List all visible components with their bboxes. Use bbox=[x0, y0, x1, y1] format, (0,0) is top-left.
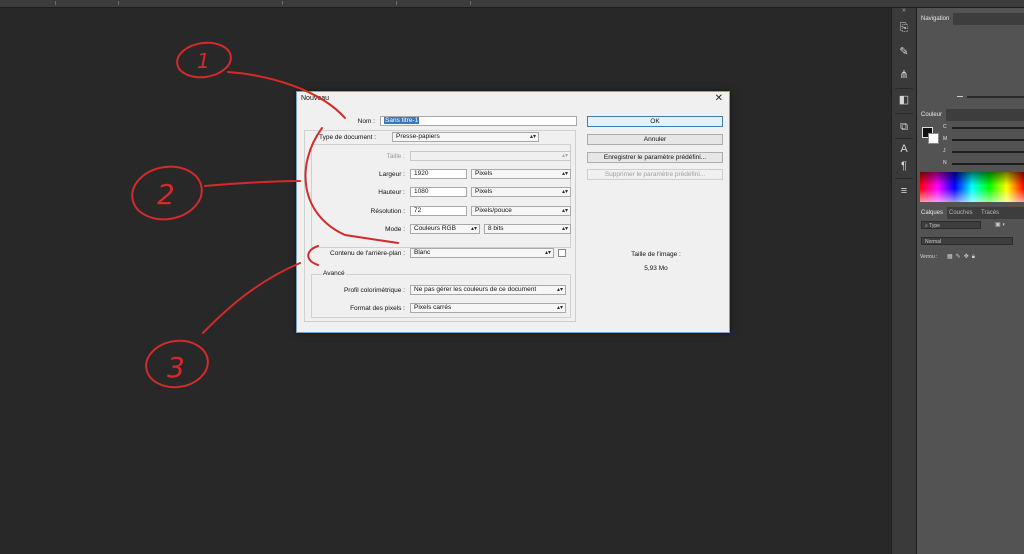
taille-label: Taille : bbox=[386, 153, 405, 160]
profil-label: Profil colorimétrique : bbox=[343, 287, 405, 294]
cmyk-n-slider[interactable] bbox=[952, 163, 1024, 165]
tab-traces[interactable]: Tracés bbox=[977, 207, 1003, 219]
properties-icon[interactable]: ≡ bbox=[896, 184, 912, 198]
largeur-unit-select[interactable]: Pixels ▴▾ bbox=[471, 169, 571, 179]
layer-filter-select[interactable]: ⌕ Type bbox=[921, 221, 981, 229]
resolution-input[interactable]: 72 bbox=[410, 206, 467, 216]
zoom-out-icon[interactable] bbox=[957, 96, 963, 97]
color-spectrum[interactable] bbox=[920, 172, 1024, 202]
background-color-swatch[interactable] bbox=[928, 133, 939, 144]
zoom-slider[interactable] bbox=[967, 96, 1024, 98]
nom-input[interactable]: Sans titre-1 bbox=[380, 116, 577, 126]
save-preset-button[interactable]: Enregistrer le paramètre prédéfini... bbox=[587, 152, 723, 163]
cmyk-n-label: N bbox=[943, 160, 947, 166]
lock-label: Verrou : bbox=[920, 254, 938, 260]
nom-label: Nom : bbox=[357, 118, 375, 125]
hauteur-input[interactable]: 1080 bbox=[410, 187, 467, 197]
lock-icons[interactable]: ▦✎✥🔒︎ bbox=[947, 253, 978, 261]
type-label: Type de document : bbox=[319, 134, 377, 141]
history-icon[interactable]: ⎘ bbox=[896, 21, 912, 35]
mode-label: Mode : bbox=[385, 226, 405, 233]
character-icon[interactable]: A bbox=[896, 142, 912, 156]
panel-icon-strip: » ⎘ ✎ ⋔ ◧ ⧉ A ¶ ≡ bbox=[891, 7, 916, 554]
fond-color-swatch[interactable] bbox=[558, 249, 566, 257]
collapse-icon[interactable]: » bbox=[892, 7, 916, 14]
blend-mode-select[interactable]: Normal bbox=[921, 237, 1013, 245]
cmyk-m-slider[interactable] bbox=[952, 139, 1024, 141]
fond-select[interactable]: Blanc ▴▾ bbox=[410, 248, 554, 258]
image-size-label: Taille de l'image : bbox=[631, 251, 681, 258]
brushes-icon[interactable]: ⋔ bbox=[896, 68, 912, 82]
largeur-label: Largeur : bbox=[378, 171, 405, 178]
cmyk-m-label: M bbox=[943, 136, 948, 142]
new-document-dialog: Nouveau ✕ Nom : Sans titre-1 Type de doc… bbox=[296, 91, 730, 333]
format-select[interactable]: Pixels carrés ▴▾ bbox=[410, 303, 566, 313]
tab-couleur[interactable]: Couleur bbox=[917, 109, 947, 121]
largeur-input[interactable]: 1920 bbox=[410, 169, 467, 179]
avance-label: Avancé bbox=[322, 270, 346, 277]
close-icon[interactable]: ✕ bbox=[715, 93, 723, 105]
hauteur-unit-select[interactable]: Pixels ▴▾ bbox=[471, 187, 571, 197]
annuler-button[interactable]: Annuler bbox=[587, 134, 723, 145]
tab-navigation[interactable]: Navigation bbox=[917, 13, 954, 25]
taille-select[interactable]: ▴▾ bbox=[410, 151, 571, 161]
cmyk-c-label: C bbox=[943, 124, 947, 130]
right-panels: Navigation Couleur Calques Couches Tracé… bbox=[916, 8, 1024, 554]
options-bar bbox=[0, 0, 1024, 8]
filter-icons[interactable]: ▣ ◐ bbox=[995, 221, 1006, 228]
dialog-title: Nouveau bbox=[301, 95, 330, 102]
image-size-value: 5,93 Mo bbox=[644, 265, 668, 272]
format-label: Format des pixels : bbox=[350, 305, 405, 312]
bits-select[interactable]: 8 bits ▴▾ bbox=[484, 224, 571, 234]
profil-select[interactable]: Ne pas gérer les couleurs de ce document… bbox=[410, 285, 566, 295]
delete-preset-button[interactable]: Supprimer le paramètre prédéfini... bbox=[587, 169, 723, 180]
resolution-label: Résolution : bbox=[370, 208, 405, 215]
clone-source-icon[interactable]: ⧉ bbox=[896, 120, 912, 134]
brush-presets-icon[interactable]: ✎ bbox=[896, 45, 912, 59]
resolution-unit-select[interactable]: Pixels/pouce ▴▾ bbox=[471, 206, 571, 216]
fond-label: Contenu de l'arrière-plan : bbox=[330, 250, 405, 257]
paragraph-icon[interactable]: ¶ bbox=[896, 159, 912, 173]
adjustments-icon[interactable]: ◧ bbox=[896, 93, 912, 107]
tab-calques[interactable]: Calques bbox=[917, 207, 948, 219]
cmyk-c-slider[interactable] bbox=[952, 127, 1024, 129]
cmyk-j-label: J bbox=[943, 148, 946, 154]
ok-button[interactable]: OK bbox=[587, 116, 723, 127]
cmyk-j-slider[interactable] bbox=[952, 151, 1024, 153]
mode-select[interactable]: Couleurs RGB ▴▾ bbox=[410, 224, 480, 234]
tab-couches[interactable]: Couches bbox=[945, 207, 977, 219]
type-select[interactable]: Presse-papiers ▴▾ bbox=[392, 132, 539, 142]
hauteur-label: Hauteur : bbox=[378, 189, 405, 196]
